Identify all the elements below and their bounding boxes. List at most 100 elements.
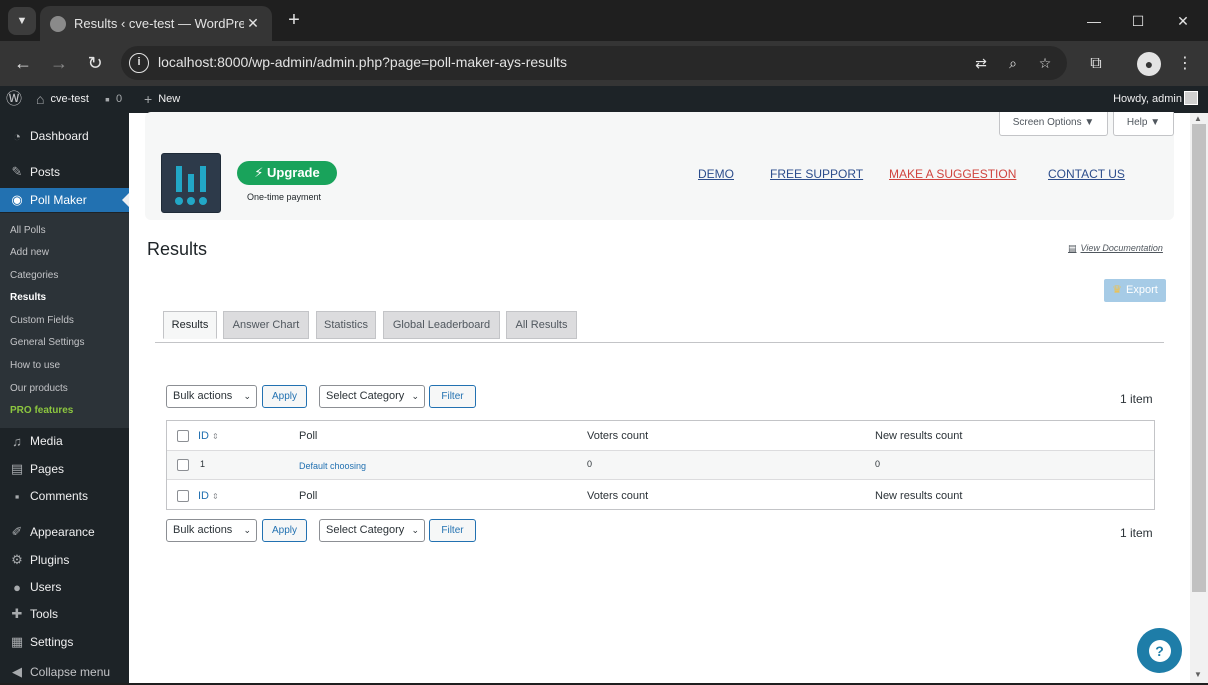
scroll-up-icon[interactable]: ▲	[1194, 114, 1202, 123]
select-category-bottom[interactable]: Select Category ⌄	[319, 519, 425, 542]
maximize-window-icon[interactable]: ☐	[1126, 9, 1150, 33]
tab-results[interactable]: Results	[163, 311, 217, 339]
dashboard-icon: ◔	[13, 128, 21, 144]
sidebar-item-settings[interactable]: ▦ Settings	[0, 629, 129, 655]
filter-button-bottom[interactable]: Filter	[429, 519, 476, 542]
tab-answer-chart[interactable]: Answer Chart	[223, 311, 309, 339]
apply-button-bottom[interactable]: Apply	[262, 519, 307, 542]
reload-icon[interactable]: ↻	[83, 51, 107, 75]
collapse-menu-button[interactable]: ◀ Collapse menu	[0, 659, 129, 685]
submenu-pro-features[interactable]: PRO features	[10, 405, 73, 416]
screen-options-button[interactable]: Screen Options ▼	[999, 112, 1108, 136]
row-poll-link[interactable]: Default choosing	[299, 461, 366, 471]
submenu-custom-fields[interactable]: Custom Fields	[10, 315, 74, 326]
question-icon: ?	[1148, 639, 1171, 662]
scrollbar-thumb[interactable]	[1192, 124, 1206, 592]
sidebar-item-appearance[interactable]: ✐ Appearance	[0, 519, 129, 545]
zoom-icon[interactable]: ⌕	[1003, 53, 1023, 73]
profile-icon[interactable]: ●	[1137, 52, 1161, 76]
settings-icon: ▦	[10, 634, 24, 649]
bulk-actions-select-top[interactable]: Bulk actions ⌄	[166, 385, 257, 408]
sidebar-item-comments[interactable]: ▪ Comments	[0, 483, 129, 509]
help-button[interactable]: Help ▼	[1113, 112, 1174, 136]
pin-icon: ✎	[11, 164, 23, 179]
new-content-link[interactable]: + New	[144, 86, 180, 113]
howdy-user-link[interactable]: Howdy, admin	[1113, 86, 1182, 113]
address-bar[interactable]: i localhost:8000/wp-admin/admin.php?page…	[121, 46, 1067, 80]
minimize-window-icon[interactable]: —	[1082, 9, 1106, 33]
address-url[interactable]: localhost:8000/wp-admin/admin.php?page=p…	[158, 54, 567, 70]
comments-link[interactable]: ▪ 0	[105, 86, 122, 113]
select-category-top[interactable]: Select Category ⌄	[319, 385, 425, 408]
sidebar-item-plugins[interactable]: ⚙ Plugins	[0, 547, 129, 573]
sidebar-item-dashboard[interactable]: ◔ Dashboard	[0, 123, 129, 149]
select-all-checkbox-bottom[interactable]	[177, 490, 189, 502]
tab-statistics[interactable]: Statistics	[316, 311, 376, 339]
submenu-add-new[interactable]: Add new	[10, 247, 49, 258]
row-new-results-count: 0	[875, 459, 881, 469]
plugin-icon: ⚙	[11, 552, 23, 567]
results-table: ID ⇕ Poll Voters count New results count …	[166, 420, 1155, 510]
contact-us-link[interactable]: CONTACT US	[1048, 167, 1125, 181]
poll-column-footer: Poll	[299, 490, 318, 502]
sidebar-item-pages[interactable]: ▤ Pages	[0, 456, 129, 482]
view-documentation-link[interactable]: ▤ View Documentation	[1068, 243, 1163, 254]
admin-sidebar: ◔ Dashboard ✎ Posts ◉ Poll Maker All Polls …	[0, 113, 129, 683]
browser-tab[interactable]: Results ‹ cve-test — WordPress ✕	[40, 6, 272, 41]
browser-toolbar: ← → ↻ i localhost:8000/wp-admin/admin.ph…	[0, 41, 1208, 86]
items-count-bottom: 1 item	[1120, 526, 1153, 540]
sidebar-item-posts[interactable]: ✎ Posts	[0, 159, 129, 185]
sidebar-item-poll-maker[interactable]: ◉ Poll Maker	[0, 188, 129, 212]
extensions-icon[interactable]: ⧉	[1084, 52, 1108, 76]
tabs-divider	[155, 342, 1164, 343]
site-info-icon[interactable]: i	[129, 53, 149, 73]
poll-maker-submenu: All Polls Add new Categories Results Cus…	[0, 213, 129, 428]
make-suggestion-link[interactable]: MAKE A SUGGESTION	[889, 167, 1016, 181]
document-icon: ▤	[1068, 243, 1077, 253]
submenu-our-products[interactable]: Our products	[10, 383, 68, 394]
filter-button-top[interactable]: Filter	[429, 385, 476, 408]
select-all-checkbox-top[interactable]	[177, 430, 189, 442]
browser-menu-icon[interactable]: ⋮	[1173, 52, 1197, 76]
tab-global-leaderboard[interactable]: Global Leaderboard	[383, 311, 500, 339]
new-tab-button[interactable]: +	[282, 8, 306, 32]
close-tab-icon[interactable]: ✕	[244, 15, 262, 32]
back-icon[interactable]: ←	[11, 51, 35, 75]
export-button[interactable]: ♛ Export	[1104, 279, 1166, 302]
chevron-down-icon: ⌄	[243, 525, 251, 535]
demo-link[interactable]: DEMO	[698, 167, 734, 181]
bookmark-star-icon[interactable]: ☆	[1035, 53, 1055, 73]
tab-all-results[interactable]: All Results	[506, 311, 577, 339]
submenu-general-settings[interactable]: General Settings	[10, 337, 85, 348]
table-footer-row: ID ⇕ Poll Voters count New results count	[167, 481, 1154, 511]
tab-search-button[interactable]: ▼	[8, 7, 36, 35]
close-window-icon[interactable]: ✕	[1171, 9, 1195, 33]
sidebar-item-users[interactable]: ● Users	[0, 574, 129, 600]
submenu-how-to-use[interactable]: How to use	[10, 360, 60, 371]
media-icon: ♫	[12, 433, 22, 449]
voters-count-column-footer: Voters count	[587, 490, 649, 502]
table-row: 1 Default choosing 0 0	[167, 450, 1154, 480]
help-chat-button[interactable]: ?	[1137, 628, 1182, 673]
free-support-link[interactable]: FREE SUPPORT	[770, 167, 863, 181]
user-avatar[interactable]	[1184, 91, 1198, 105]
site-name-link[interactable]: ⌂ cve-test	[36, 86, 89, 113]
wordpress-logo-icon[interactable]: Ⓦ	[6, 86, 28, 113]
row-checkbox[interactable]	[177, 459, 189, 471]
id-column-footer[interactable]: ID ⇕	[198, 490, 219, 502]
crown-icon: ♛	[1112, 284, 1123, 296]
forward-icon[interactable]: →	[47, 51, 71, 75]
apply-button-top[interactable]: Apply	[262, 385, 307, 408]
globe-icon	[50, 15, 66, 32]
sidebar-item-tools[interactable]: ✚ Tools	[0, 601, 129, 627]
bulk-actions-select-bottom[interactable]: Bulk actions ⌄	[166, 519, 257, 542]
submenu-results[interactable]: Results	[10, 292, 46, 303]
poll-maker-logo	[161, 153, 221, 213]
sidebar-item-media[interactable]: ♫ Media	[0, 428, 129, 454]
upgrade-button[interactable]: ⚡ Upgrade	[237, 161, 337, 185]
submenu-categories[interactable]: Categories	[10, 270, 58, 281]
translate-icon[interactable]: ⇄	[971, 53, 991, 73]
id-column-header[interactable]: ID ⇕	[198, 430, 219, 442]
submenu-all-polls[interactable]: All Polls	[10, 225, 46, 236]
scroll-down-icon[interactable]: ▼	[1194, 670, 1202, 679]
